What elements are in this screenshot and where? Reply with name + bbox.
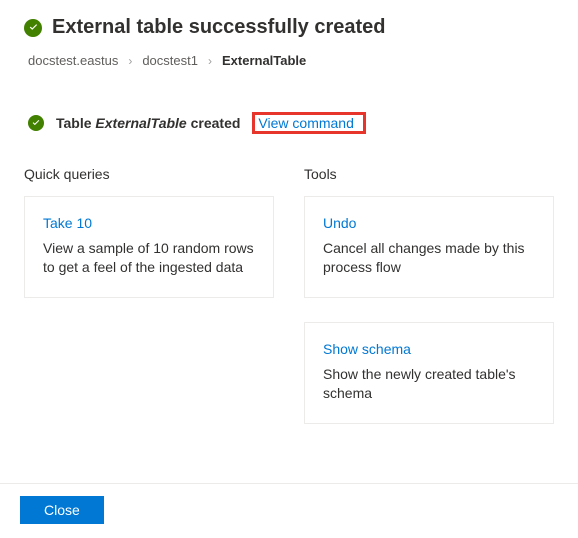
close-button[interactable]: Close — [20, 496, 104, 524]
page-header: External table successfully created — [24, 0, 554, 39]
success-icon — [28, 115, 44, 131]
card-title-link[interactable]: Take 10 — [43, 215, 92, 231]
quick-query-card[interactable]: Take 10 View a sample of 10 random rows … — [24, 196, 274, 298]
breadcrumb: docstest.eastus › docstest1 › ExternalTa… — [28, 53, 554, 68]
breadcrumb-item[interactable]: docstest1 — [142, 53, 198, 68]
card-description: View a sample of 10 random rows to get a… — [43, 239, 255, 277]
chevron-right-icon: › — [128, 54, 132, 68]
quick-queries-heading: Quick queries — [24, 166, 274, 182]
card-title-link[interactable]: Show schema — [323, 341, 411, 357]
breadcrumb-item[interactable]: docstest.eastus — [28, 53, 118, 68]
status-row: Table ExternalTable created View command — [28, 112, 554, 134]
page-title: External table successfully created — [52, 16, 386, 39]
status-prefix: Table — [56, 115, 95, 131]
tool-card[interactable]: Show schema Show the newly created table… — [304, 322, 554, 424]
success-icon — [24, 19, 42, 37]
footer-bar: Close — [0, 483, 578, 538]
status-message: Table ExternalTable created — [56, 115, 240, 131]
highlight-annotation: View command — [252, 112, 365, 134]
card-description: Show the newly created table's schema — [323, 365, 535, 403]
tool-card[interactable]: Undo Cancel all changes made by this pro… — [304, 196, 554, 298]
card-description: Cancel all changes made by this process … — [323, 239, 535, 277]
breadcrumb-item-current: ExternalTable — [222, 53, 306, 68]
tools-column: Tools Undo Cancel all changes made by th… — [304, 166, 554, 448]
tools-heading: Tools — [304, 166, 554, 182]
card-title-link[interactable]: Undo — [323, 215, 356, 231]
chevron-right-icon: › — [208, 54, 212, 68]
view-command-link[interactable]: View command — [249, 110, 362, 136]
quick-queries-column: Quick queries Take 10 View a sample of 1… — [24, 166, 274, 448]
status-suffix: created — [187, 115, 241, 131]
status-tablename: ExternalTable — [95, 115, 186, 131]
